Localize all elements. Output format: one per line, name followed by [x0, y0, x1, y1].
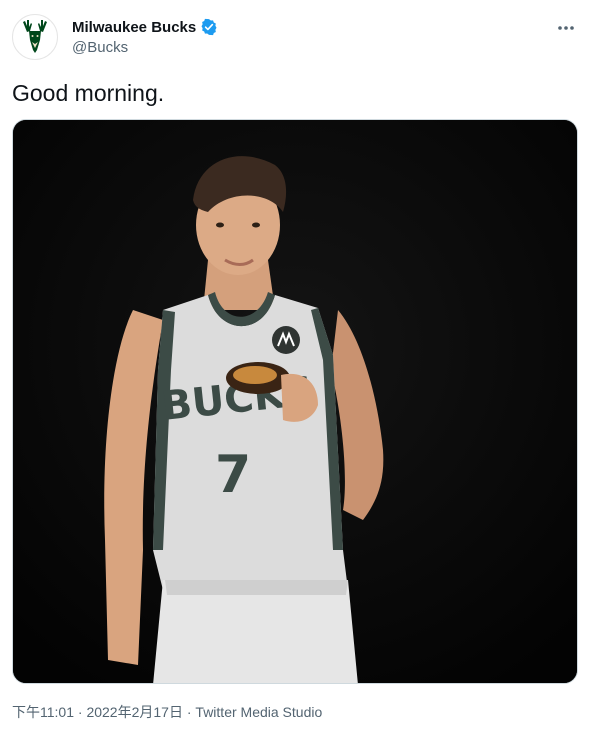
- more-options-icon[interactable]: [554, 18, 578, 38]
- meta-separator: ·: [74, 704, 87, 720]
- bucks-deer-logo-icon: [23, 20, 47, 53]
- tweet-source[interactable]: Twitter Media Studio: [195, 704, 322, 720]
- video-frame: BUCKS 7: [13, 120, 577, 683]
- tweet-header: Milwaukee Bucks @Bucks: [12, 12, 580, 62]
- author-info: Milwaukee Bucks @Bucks: [72, 17, 218, 56]
- meta-separator-2: ·: [182, 704, 196, 720]
- tweet-time[interactable]: 下午11:01: [12, 704, 74, 720]
- tweet-text: Good morning.: [12, 80, 165, 106]
- tweet-date[interactable]: 2022年2月17日: [86, 704, 183, 720]
- avatar[interactable]: [12, 14, 58, 60]
- tweet-video[interactable]: BUCKS 7: [12, 119, 578, 684]
- tweet-meta: 下午11:01 · 2022年2月17日 · Twitter Media Stu…: [12, 702, 322, 722]
- display-name[interactable]: Milwaukee Bucks: [72, 19, 196, 36]
- handle[interactable]: @Bucks: [72, 39, 218, 56]
- jersey-number: 7: [215, 445, 251, 505]
- verified-badge-icon: [200, 18, 218, 36]
